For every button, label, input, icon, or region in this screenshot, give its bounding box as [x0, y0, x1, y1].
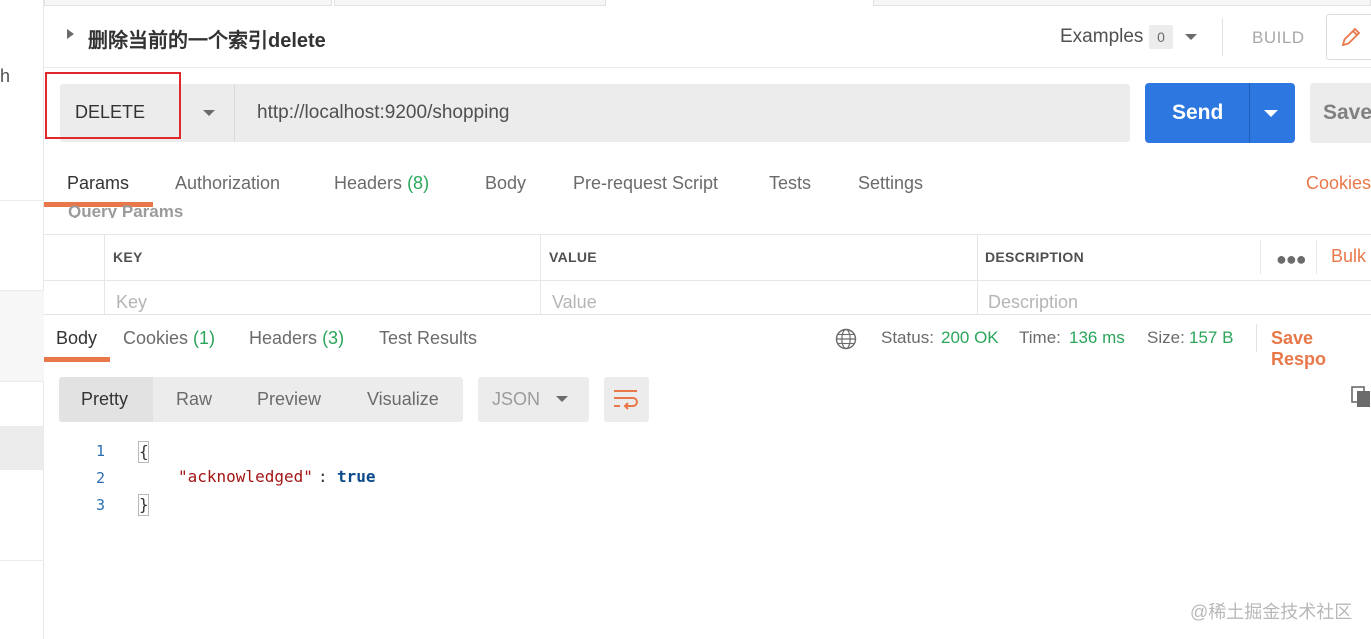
view-visualize-button[interactable]: Visualize: [367, 389, 439, 410]
response-tab-headers-count: (3): [322, 328, 345, 348]
status-value[interactable]: 200 OK: [941, 328, 999, 348]
tab-headers-count: (8): [407, 173, 430, 193]
key-input[interactable]: Key: [116, 292, 147, 313]
chevron-down-icon[interactable]: [203, 110, 215, 116]
query-params-heading: Query Params: [68, 202, 184, 218]
column-header-value: VALUE: [549, 249, 597, 265]
response-tab-cookies-count: (1): [193, 328, 216, 348]
table-border: [44, 280, 1371, 281]
sidebar-selected-item[interactable]: [0, 426, 44, 470]
column-header-description: DESCRIPTION: [985, 249, 1084, 265]
examples-count-badge: 0: [1149, 25, 1173, 49]
table-border: [44, 234, 1371, 235]
chevron-down-icon[interactable]: [556, 396, 568, 402]
response-tab-headers-label: Headers: [249, 328, 318, 348]
request-title[interactable]: 删除当前的一个索引delete: [88, 24, 326, 53]
line-number: 1: [96, 442, 106, 460]
wrap-lines-icon: [614, 390, 638, 410]
table-column-divider: [1316, 240, 1317, 274]
table-column-divider: [977, 234, 978, 314]
wrap-lines-button[interactable]: [604, 377, 649, 422]
view-pretty-button[interactable]: Pretty: [81, 389, 128, 410]
divider: [1256, 324, 1257, 352]
format-label: JSON: [492, 389, 541, 409]
send-button-label[interactable]: Send: [1172, 101, 1223, 125]
build-label[interactable]: BUILD: [1252, 28, 1305, 48]
method-highlight-box: [45, 72, 181, 139]
size-value[interactable]: 157 B: [1189, 328, 1233, 348]
edit-button[interactable]: [1326, 14, 1371, 60]
tab-tests[interactable]: Tests: [769, 173, 811, 194]
tab-headers[interactable]: Headers (8): [334, 173, 429, 194]
code-open-brace[interactable]: {: [139, 442, 149, 461]
cookies-link[interactable]: Cookies: [1306, 173, 1371, 194]
sidebar-partial-label: h: [0, 66, 11, 86]
code-json-key[interactable]: "acknowledged": [178, 467, 313, 486]
sidebar-strip: h: [0, 0, 44, 639]
column-header-key: KEY: [113, 249, 143, 265]
view-raw-button[interactable]: Raw: [176, 389, 212, 410]
code-close-brace[interactable]: }: [139, 495, 149, 514]
examples-label[interactable]: Examples: [1060, 26, 1143, 48]
divider: [1222, 18, 1223, 56]
response-tab-body[interactable]: Body: [56, 328, 97, 349]
bulk-edit-link[interactable]: Bulk: [1331, 246, 1366, 267]
active-tab-underline: [44, 357, 110, 362]
response-tab-cookies[interactable]: Cookies (1): [123, 328, 215, 349]
watermark: @稀土掘金技术社区: [1190, 602, 1353, 622]
response-tab-cookies-label: Cookies: [123, 328, 189, 348]
sidebar-divider: [0, 200, 44, 201]
globe-icon[interactable]: [835, 328, 857, 350]
time-label: Time:: [1019, 328, 1061, 347]
tab-body[interactable]: Body: [485, 173, 526, 194]
send-options-chevron-icon[interactable]: [1264, 110, 1278, 117]
tab-headers-label: Headers: [334, 173, 403, 193]
save-button-label[interactable]: Save: [1323, 101, 1371, 125]
line-number: 2: [96, 469, 106, 487]
url-input[interactable]: http://localhost:9200/shopping: [234, 84, 1130, 142]
more-dots-icon[interactable]: ●●●: [1276, 249, 1307, 270]
chevron-down-icon[interactable]: [1185, 34, 1197, 40]
response-tab-headers[interactable]: Headers (3): [249, 328, 344, 349]
time-value[interactable]: 136 ms: [1069, 328, 1125, 348]
code-colon: :: [318, 467, 328, 486]
send-divider: [1249, 83, 1250, 143]
response-tab-test-results[interactable]: Test Results: [379, 328, 477, 349]
table-column-divider: [104, 234, 105, 314]
tab-authorization[interactable]: Authorization: [175, 173, 280, 194]
value-input[interactable]: Value: [552, 292, 597, 313]
code-json-value[interactable]: true: [337, 467, 376, 486]
status-label: Status:: [881, 328, 934, 347]
copy-icon[interactable]: [1351, 386, 1371, 408]
sidebar-panel: [0, 290, 44, 382]
sidebar-divider: [0, 560, 44, 561]
tab-params[interactable]: Params: [67, 173, 129, 194]
table-column-divider: [540, 234, 541, 314]
tab-prerequest-script[interactable]: Pre-request Script: [573, 173, 718, 194]
size-label: Size:: [1147, 328, 1185, 347]
description-input[interactable]: Description: [988, 292, 1078, 313]
pencil-icon: [1341, 27, 1361, 47]
caret-right-icon[interactable]: [67, 29, 74, 39]
line-number: 3: [96, 496, 106, 514]
table-column-divider: [1260, 240, 1261, 274]
tab-settings[interactable]: Settings: [858, 173, 923, 194]
view-preview-button[interactable]: Preview: [257, 389, 321, 410]
save-response-button[interactable]: Save Respo: [1271, 328, 1371, 370]
